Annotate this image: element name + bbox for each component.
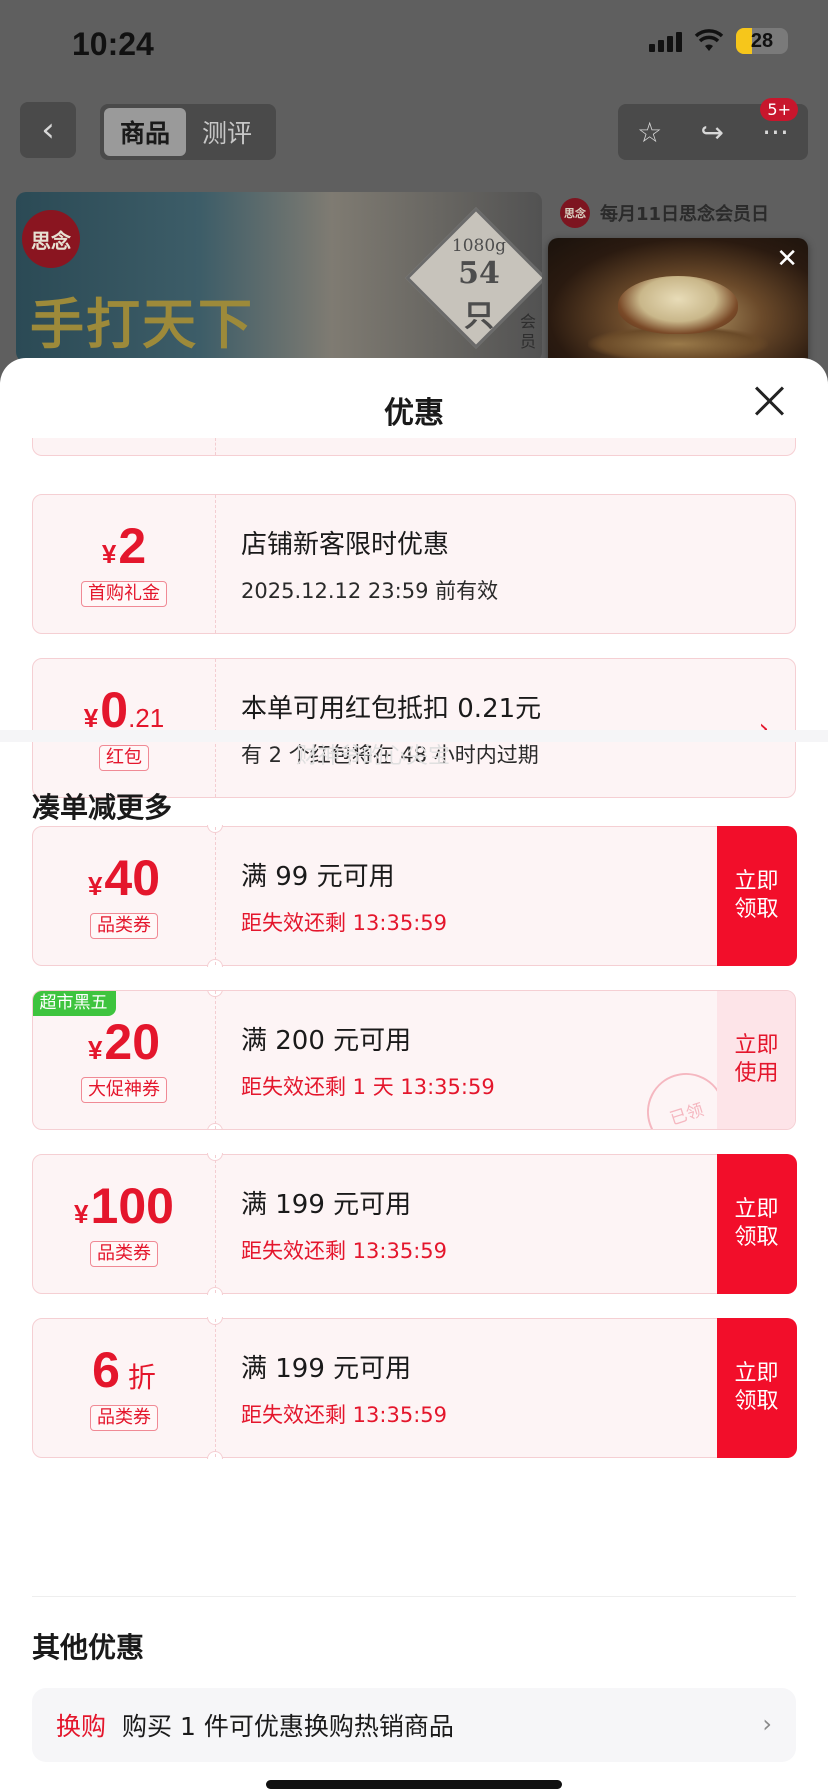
coupon-tag: 红包 — [99, 745, 149, 771]
coupon-card: ¥100 品类券 满 199 元可用 距失效还剩 13:35:59 立即领取 — [32, 1153, 797, 1295]
coupon-expiry: 2025.12.12 23:59 前有效 — [241, 578, 499, 603]
section-title-more: 凑单减更多 — [32, 791, 173, 824]
status-time: 10:24 — [72, 26, 154, 62]
coupon-countdown: 距失效还剩 13:35:59 — [241, 1402, 447, 1427]
tab-review[interactable]: 测评 — [186, 108, 268, 156]
close-icon[interactable]: ✕ — [776, 246, 798, 272]
coupon-tag: 品类券 — [90, 1405, 158, 1431]
coupon-title: 店铺新客限时优惠 — [241, 529, 450, 560]
coupon-tag: 首购礼金 — [81, 581, 167, 607]
product-banner[interactable]: 思念 手打天下 1080g 54只 — [16, 192, 542, 362]
status-bar: 10:24 28 — [0, 0, 828, 90]
brand-logo: 思念 — [22, 210, 80, 268]
exchange-offer-row[interactable]: 换购 购买 1 件可优惠换购热销商品 › — [32, 1688, 796, 1762]
coupon-title: 本单可用红包抵扣 0.21元 — [241, 693, 542, 724]
claim-coupon-button[interactable]: 立即领取 — [716, 1153, 797, 1294]
brand-logo-small: 思念 — [560, 198, 590, 228]
coupon-tag: 大促神券 — [81, 1077, 167, 1103]
new-customer-coupon[interactable]: ¥2 首购礼金 店铺新客限时优惠 2025.12.12 23:59 前有效 — [32, 494, 796, 634]
coupon-tag: 品类券 — [90, 1241, 158, 1267]
sheet-title: 优惠 — [384, 396, 444, 431]
exchange-text: 购买 1 件可优惠换购热销商品 — [122, 1712, 454, 1741]
status-icons: 28 — [649, 28, 788, 54]
cellular-signal-icon — [649, 30, 682, 52]
banner-title: 手打天下 — [30, 292, 254, 356]
member-day-banner: 思念 每月11日思念会员日 — [560, 198, 769, 228]
chevron-right-icon: › — [762, 1710, 772, 1738]
coupon-amount: ¥20 — [87, 1014, 161, 1070]
tab-product[interactable]: 商品 — [104, 108, 186, 156]
tab-switcher: 商品 测评 — [100, 104, 276, 160]
watermark-text: 财神爷的心尖宝 — [296, 744, 451, 769]
banner-weight: 1080g 54只 — [451, 236, 507, 334]
coupon-amount: ¥100 — [74, 1178, 174, 1234]
promo-corner-badge: 超市黑五 — [33, 991, 116, 1016]
claim-coupon-button[interactable]: 立即领取 — [716, 1317, 797, 1458]
coupon-tag: 品类券 — [90, 913, 158, 939]
star-icon[interactable]: ☆ — [637, 116, 662, 149]
coupon-amount: ¥2 — [101, 518, 147, 574]
top-actions: ☆ ↪ ··· 5+ — [618, 98, 808, 160]
close-icon[interactable] — [752, 384, 786, 418]
coupon-card: ¥20 大促神券 满 200 元可用 距失效还剩 1 天 13:35:59 已领… — [32, 990, 796, 1130]
use-coupon-button[interactable]: 立即使用 — [716, 991, 795, 1129]
back-button[interactable]: ‹ — [20, 102, 76, 158]
coupon-amount: 6折 — [92, 1342, 156, 1398]
battery-level: 28 — [750, 29, 774, 52]
coupon-card-partial — [32, 438, 796, 456]
coupon-card: ¥40 品类券 满 99 元可用 距失效还剩 13:35:59 立即领取 — [32, 825, 797, 967]
coupon-card: 6折 品类券 满 199 元可用 距失效还剩 13:35:59 立即领取 — [32, 1317, 797, 1459]
wifi-icon — [694, 29, 724, 53]
coupon-countdown: 距失效还剩 1 天 13:35:59 — [241, 1074, 495, 1099]
sheet-header: 优惠 — [0, 358, 828, 448]
coupon-threshold: 满 99 元可用 — [241, 861, 395, 892]
claim-coupon-button[interactable]: 立即领取 — [716, 825, 797, 966]
share-icon[interactable]: ↪ — [700, 116, 723, 149]
red-packet-coupon[interactable]: ¥0.21 红包 本单可用红包抵扣 0.21元 有 2 个红包将在 48 小时内… — [32, 658, 796, 798]
discount-sheet: 优惠 ¥2 首购礼金 店铺新客限时优惠 2025.12.12 23:59 前有效… — [0, 358, 828, 1792]
coupon-amount: ¥40 — [87, 850, 161, 906]
divider — [32, 1596, 796, 1597]
home-indicator[interactable] — [266, 1780, 562, 1789]
section-title-other: 其他优惠 — [32, 1631, 145, 1664]
coupon-countdown: 距失效还剩 13:35:59 — [241, 910, 447, 935]
message-badge: 5+ — [760, 98, 798, 121]
coupon-amount: ¥0.21 — [83, 682, 165, 738]
coupon-countdown: 距失效还剩 13:35:59 — [241, 1238, 447, 1263]
dumpling-bowl-image — [618, 276, 738, 334]
coupon-threshold: 满 199 元可用 — [241, 1189, 412, 1220]
coupon-threshold: 满 199 元可用 — [241, 1353, 412, 1384]
coupon-threshold: 满 200 元可用 — [241, 1025, 412, 1056]
member-vertical-text: 会员 — [520, 312, 537, 351]
top-nav: ‹ 商品 测评 ☆ ↪ ··· 5+ — [0, 98, 828, 162]
exchange-tag: 换购 — [56, 1712, 107, 1741]
battery-icon: 28 — [736, 28, 788, 54]
